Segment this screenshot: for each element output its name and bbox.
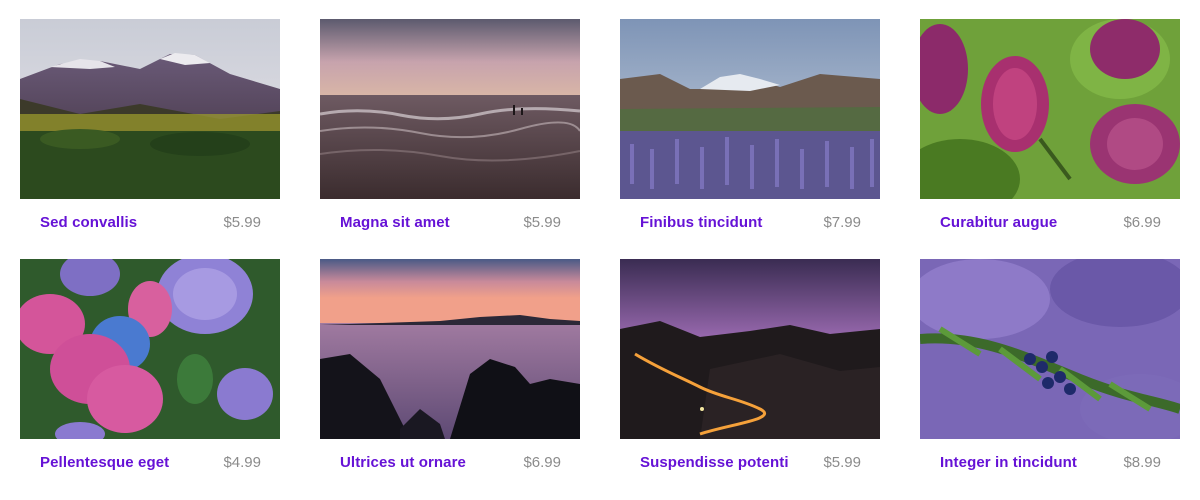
product-image[interactable] bbox=[320, 19, 580, 199]
night-road-photo bbox=[620, 259, 880, 439]
product-title[interactable]: Pellentesque eget bbox=[40, 454, 169, 471]
product-image[interactable] bbox=[20, 259, 280, 439]
product-title[interactable]: Sed convallis bbox=[40, 214, 137, 231]
product-image[interactable] bbox=[320, 259, 580, 439]
product-card[interactable]: Magna sit amet $5.99 bbox=[320, 19, 580, 249]
lupine-valley-photo bbox=[620, 19, 880, 199]
product-price: $7.99 bbox=[823, 214, 861, 231]
product-title[interactable]: Suspendisse potenti bbox=[640, 454, 789, 471]
product-image[interactable] bbox=[620, 259, 880, 439]
product-title[interactable]: Finibus tincidunt bbox=[640, 214, 763, 231]
product-price: $5.99 bbox=[523, 214, 561, 231]
product-card[interactable]: Pellentesque eget $4.99 bbox=[20, 259, 280, 489]
product-card[interactable]: Ultrices ut ornare $6.99 bbox=[320, 259, 580, 489]
product-price: $6.99 bbox=[523, 454, 561, 471]
ocean-waves-photo bbox=[320, 19, 580, 199]
product-title[interactable]: Magna sit amet bbox=[340, 214, 450, 231]
lilac-flowers-photo bbox=[920, 19, 1180, 199]
product-card[interactable]: Integer in tincidunt $8.99 bbox=[920, 259, 1180, 489]
product-price: $6.99 bbox=[1123, 214, 1161, 231]
product-price: $8.99 bbox=[1123, 454, 1161, 471]
product-grid: Sed convallis $5.99 Magna sit amet $5.99 bbox=[0, 0, 1200, 500]
product-card[interactable]: Curabitur augue $6.99 bbox=[920, 19, 1180, 249]
product-title[interactable]: Curabitur augue bbox=[940, 214, 1057, 231]
product-image[interactable] bbox=[20, 19, 280, 199]
juniper-berries-photo bbox=[920, 259, 1180, 439]
product-image[interactable] bbox=[620, 19, 880, 199]
product-card[interactable]: Finibus tincidunt $7.99 bbox=[620, 19, 880, 249]
product-image[interactable] bbox=[920, 19, 1180, 199]
mountain-forest-photo bbox=[20, 19, 280, 199]
product-title[interactable]: Ultrices ut ornare bbox=[340, 454, 466, 471]
product-price: $4.99 bbox=[223, 454, 261, 471]
product-image[interactable] bbox=[920, 259, 1180, 439]
product-price: $5.99 bbox=[223, 214, 261, 231]
product-price: $5.99 bbox=[823, 454, 861, 471]
product-title[interactable]: Integer in tincidunt bbox=[940, 454, 1077, 471]
sunset-lake-photo bbox=[320, 259, 580, 439]
product-card[interactable]: Sed convallis $5.99 bbox=[20, 19, 280, 249]
hydrangea-photo bbox=[20, 259, 280, 439]
product-card[interactable]: Suspendisse potenti $5.99 bbox=[620, 259, 880, 489]
